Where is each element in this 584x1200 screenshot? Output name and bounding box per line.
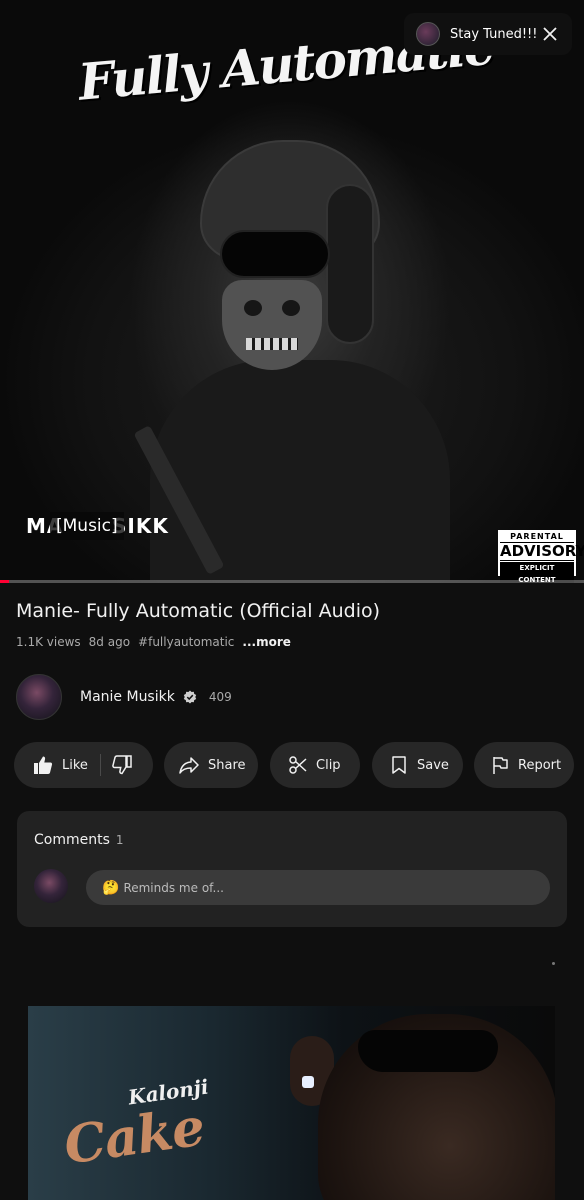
video-player[interactable]: Fully Automatic MA SIKK [Music] PARENTAL… [0,0,584,583]
like-label: Like [62,757,88,773]
report-label: Report [518,757,562,773]
clip-label: Clip [316,757,341,773]
comments-title: Comments [34,832,110,848]
like-dislike-group: Like [14,742,153,788]
video-meta[interactable]: 1.1K views 8d ago #fullyautomatic ...mor… [16,635,299,649]
parental-advisory-label: PARENTAL ADVISORY EXPLICIT CONTENT [498,530,584,583]
video-title[interactable]: Manie- Fully Automatic (Official Audio) [16,600,572,622]
comments-panel[interactable]: Comments 1 🤔 Reminds me of... [17,811,567,927]
share-label: Share [208,757,246,773]
stay-tuned-notification[interactable]: Stay Tuned!!! [404,13,572,55]
scroll-indicator [552,962,555,965]
thumbnail-title: Cake [60,1096,208,1177]
thumbs-down-icon[interactable] [111,754,133,776]
share-icon [179,757,199,774]
comment-input[interactable]: 🤔 Reminds me of... [86,870,550,905]
progress-bar[interactable] [0,580,584,583]
view-count: 1.1K views [16,635,81,649]
hashtag-link[interactable]: #fullyautomatic [138,635,234,649]
verified-icon [183,690,197,704]
closed-caption: [Music] [50,512,124,540]
clip-button[interactable]: Clip [270,742,360,788]
save-label: Save [417,757,449,773]
channel-row[interactable]: Manie Musikk 409 [16,674,232,720]
subscriber-count: 409 [208,690,232,704]
bookmark-icon [392,756,406,774]
cover-art-soldier [133,120,450,580]
close-icon[interactable] [540,24,560,44]
like-button[interactable]: Like [14,742,88,788]
more-link[interactable]: ...more [242,635,290,649]
thumbs-up-icon [34,756,53,774]
notification-label: Stay Tuned!!! [450,26,538,42]
action-bar: Like Share Clip Save Report [14,742,574,788]
comments-header: Comments 1 [34,832,124,848]
save-button[interactable]: Save [372,742,463,788]
earring [302,1076,314,1088]
comments-count: 1 [115,833,124,847]
flag-icon [493,757,508,774]
notification-avatar [416,22,440,46]
like-divider [99,754,101,776]
thinking-emoji-icon: 🤔 [102,879,120,896]
channel-avatar[interactable] [16,674,62,720]
channel-name[interactable]: Manie Musikk [80,689,175,705]
share-button[interactable]: Share [164,742,258,788]
scissors-icon [289,756,307,774]
user-avatar [34,869,68,903]
comment-placeholder: Reminds me of... [123,880,224,895]
progress-bar-fill [0,580,9,583]
next-video-thumbnail[interactable]: Kalonji Cake [28,1006,555,1200]
cover-art-title: Fully Automatic [76,16,495,112]
upload-age: 8d ago [88,635,131,649]
report-button[interactable]: Report [474,742,574,788]
